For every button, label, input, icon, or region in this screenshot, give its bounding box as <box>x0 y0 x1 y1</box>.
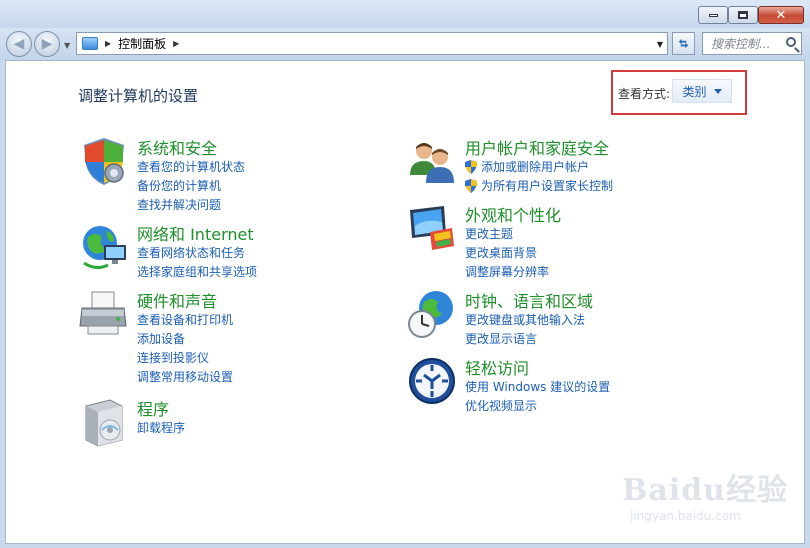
programs-box-icon[interactable] <box>78 396 130 448</box>
globe-clock-icon[interactable] <box>406 288 458 340</box>
category-title[interactable]: 程序 <box>137 396 169 420</box>
window-titlebar: ✕ <box>0 0 810 30</box>
view-by-label: 查看方式: <box>618 87 671 101</box>
address-bar[interactable]: ▶ 控制面板 ▶ ▼ <box>76 32 668 55</box>
uac-shield-icon <box>465 159 477 174</box>
search-icon[interactable] <box>786 37 796 47</box>
category-links: 查看您的计算机状态 备份您的计算机 查找并解决问题 <box>137 157 245 214</box>
close-icon: ✕ <box>775 7 787 23</box>
category-links: 添加或删除用户帐户 为所有用户设置家长控制 <box>465 157 613 195</box>
breadcrumb-control-panel[interactable]: 控制面板 <box>118 35 166 52</box>
back-arrow-icon: ◀ <box>13 36 25 52</box>
link-screen-resolution[interactable]: 调整屏幕分辨率 <box>465 262 549 281</box>
baidu-jingyan-watermark: Baidu经验 jingyan.baidu.com <box>622 465 788 523</box>
search-box[interactable]: 搜索控制... <box>702 32 802 55</box>
minimize-icon <box>708 13 718 17</box>
refresh-button[interactable] <box>672 32 695 55</box>
caption-buttons: ✕ <box>698 6 804 24</box>
category-title[interactable]: 用户帐户和家庭安全 <box>465 135 609 159</box>
watermark-url: jingyan.baidu.com <box>630 509 741 523</box>
control-panel-icon <box>82 37 98 50</box>
link-keyboard-input[interactable]: 更改键盘或其他输入法 <box>465 310 585 329</box>
network-globe-icon[interactable] <box>78 221 130 273</box>
category-links: 卸载程序 <box>137 418 185 437</box>
link-projector[interactable]: 连接到投影仪 <box>137 348 233 367</box>
view-by-dropdown[interactable]: 类别 <box>672 79 732 103</box>
view-by-value: 类别 <box>682 84 707 99</box>
category-title[interactable]: 轻松访问 <box>465 355 529 379</box>
page-title: 调整计算机的设置 <box>78 87 199 105</box>
chevron-down-icon <box>713 88 722 94</box>
link-change-theme[interactable]: 更改主题 <box>465 224 549 243</box>
minimize-button[interactable] <box>698 6 728 24</box>
address-dropdown-icon[interactable]: ▼ <box>657 40 663 49</box>
link-add-device[interactable]: 添加设备 <box>137 329 233 348</box>
maximize-button[interactable] <box>728 6 758 24</box>
refresh-icon <box>678 38 689 49</box>
link-optimize-video[interactable]: 优化视频显示 <box>465 396 610 415</box>
link-text[interactable]: 添加或删除用户帐户 <box>481 158 589 175</box>
forward-button[interactable]: ▶ <box>34 31 60 57</box>
link-homegroup[interactable]: 选择家庭组和共享选项 <box>137 262 257 281</box>
maximize-icon <box>738 11 748 19</box>
link-troubleshoot[interactable]: 查找并解决问题 <box>137 195 245 214</box>
close-button[interactable]: ✕ <box>758 6 804 24</box>
breadcrumb-separator-icon[interactable]: ▶ <box>105 39 111 48</box>
recent-pages-dropdown-icon[interactable]: ▼ <box>64 41 70 50</box>
category-title[interactable]: 时钟、语言和区域 <box>465 288 593 312</box>
shield-icon[interactable] <box>78 135 130 187</box>
category-title[interactable]: 硬件和声音 <box>137 288 217 312</box>
users-icon[interactable] <box>406 135 458 187</box>
breadcrumb-separator-icon[interactable]: ▶ <box>173 39 179 48</box>
category-links: 使用 Windows 建议的设置 优化视频显示 <box>465 377 610 415</box>
link-network-status[interactable]: 查看网络状态和任务 <box>137 243 257 262</box>
search-input[interactable]: 搜索控制... <box>711 35 770 52</box>
navigation-bar: ◀ ▶ ▼ ▶ 控制面板 ▶ ▼ 搜索控制... <box>0 28 810 60</box>
uac-shield-icon <box>465 178 477 193</box>
monitor-palette-icon[interactable] <box>406 202 458 254</box>
link-backup[interactable]: 备份您的计算机 <box>137 176 245 195</box>
category-links: 更改键盘或其他输入法 更改显示语言 <box>465 310 585 348</box>
category-title[interactable]: 系统和安全 <box>137 135 217 159</box>
watermark-brand: Baidu经验 <box>622 473 788 508</box>
main-content: 调整计算机的设置 查看方式: 类别 系统和安全 查看您的计算机状态 备份您的计算… <box>5 60 805 544</box>
link-change-background[interactable]: 更改桌面背景 <box>465 243 549 262</box>
back-button[interactable]: ◀ <box>6 31 32 57</box>
forward-arrow-icon: ▶ <box>41 36 53 52</box>
category-links: 更改主题 更改桌面背景 调整屏幕分辨率 <box>465 224 549 281</box>
link-display-language[interactable]: 更改显示语言 <box>465 329 585 348</box>
link-uninstall[interactable]: 卸载程序 <box>137 418 185 437</box>
printer-icon[interactable] <box>78 288 130 340</box>
link-check-status[interactable]: 查看您的计算机状态 <box>137 157 245 176</box>
category-links: 查看设备和打印机 添加设备 连接到投影仪 调整常用移动设置 <box>137 310 233 386</box>
link-text[interactable]: 为所有用户设置家长控制 <box>481 177 613 194</box>
link-devices-printers[interactable]: 查看设备和打印机 <box>137 310 233 329</box>
category-links: 查看网络状态和任务 选择家庭组和共享选项 <box>137 243 257 281</box>
link-parental-controls[interactable]: 为所有用户设置家长控制 <box>465 176 613 195</box>
category-title[interactable]: 外观和个性化 <box>465 202 561 226</box>
link-windows-recommended[interactable]: 使用 Windows 建议的设置 <box>465 377 610 396</box>
link-add-remove-accounts[interactable]: 添加或删除用户帐户 <box>465 157 613 176</box>
ease-of-access-icon[interactable] <box>406 355 458 407</box>
link-mobility-settings[interactable]: 调整常用移动设置 <box>137 367 233 386</box>
category-title[interactable]: 网络和 Internet <box>137 221 254 245</box>
